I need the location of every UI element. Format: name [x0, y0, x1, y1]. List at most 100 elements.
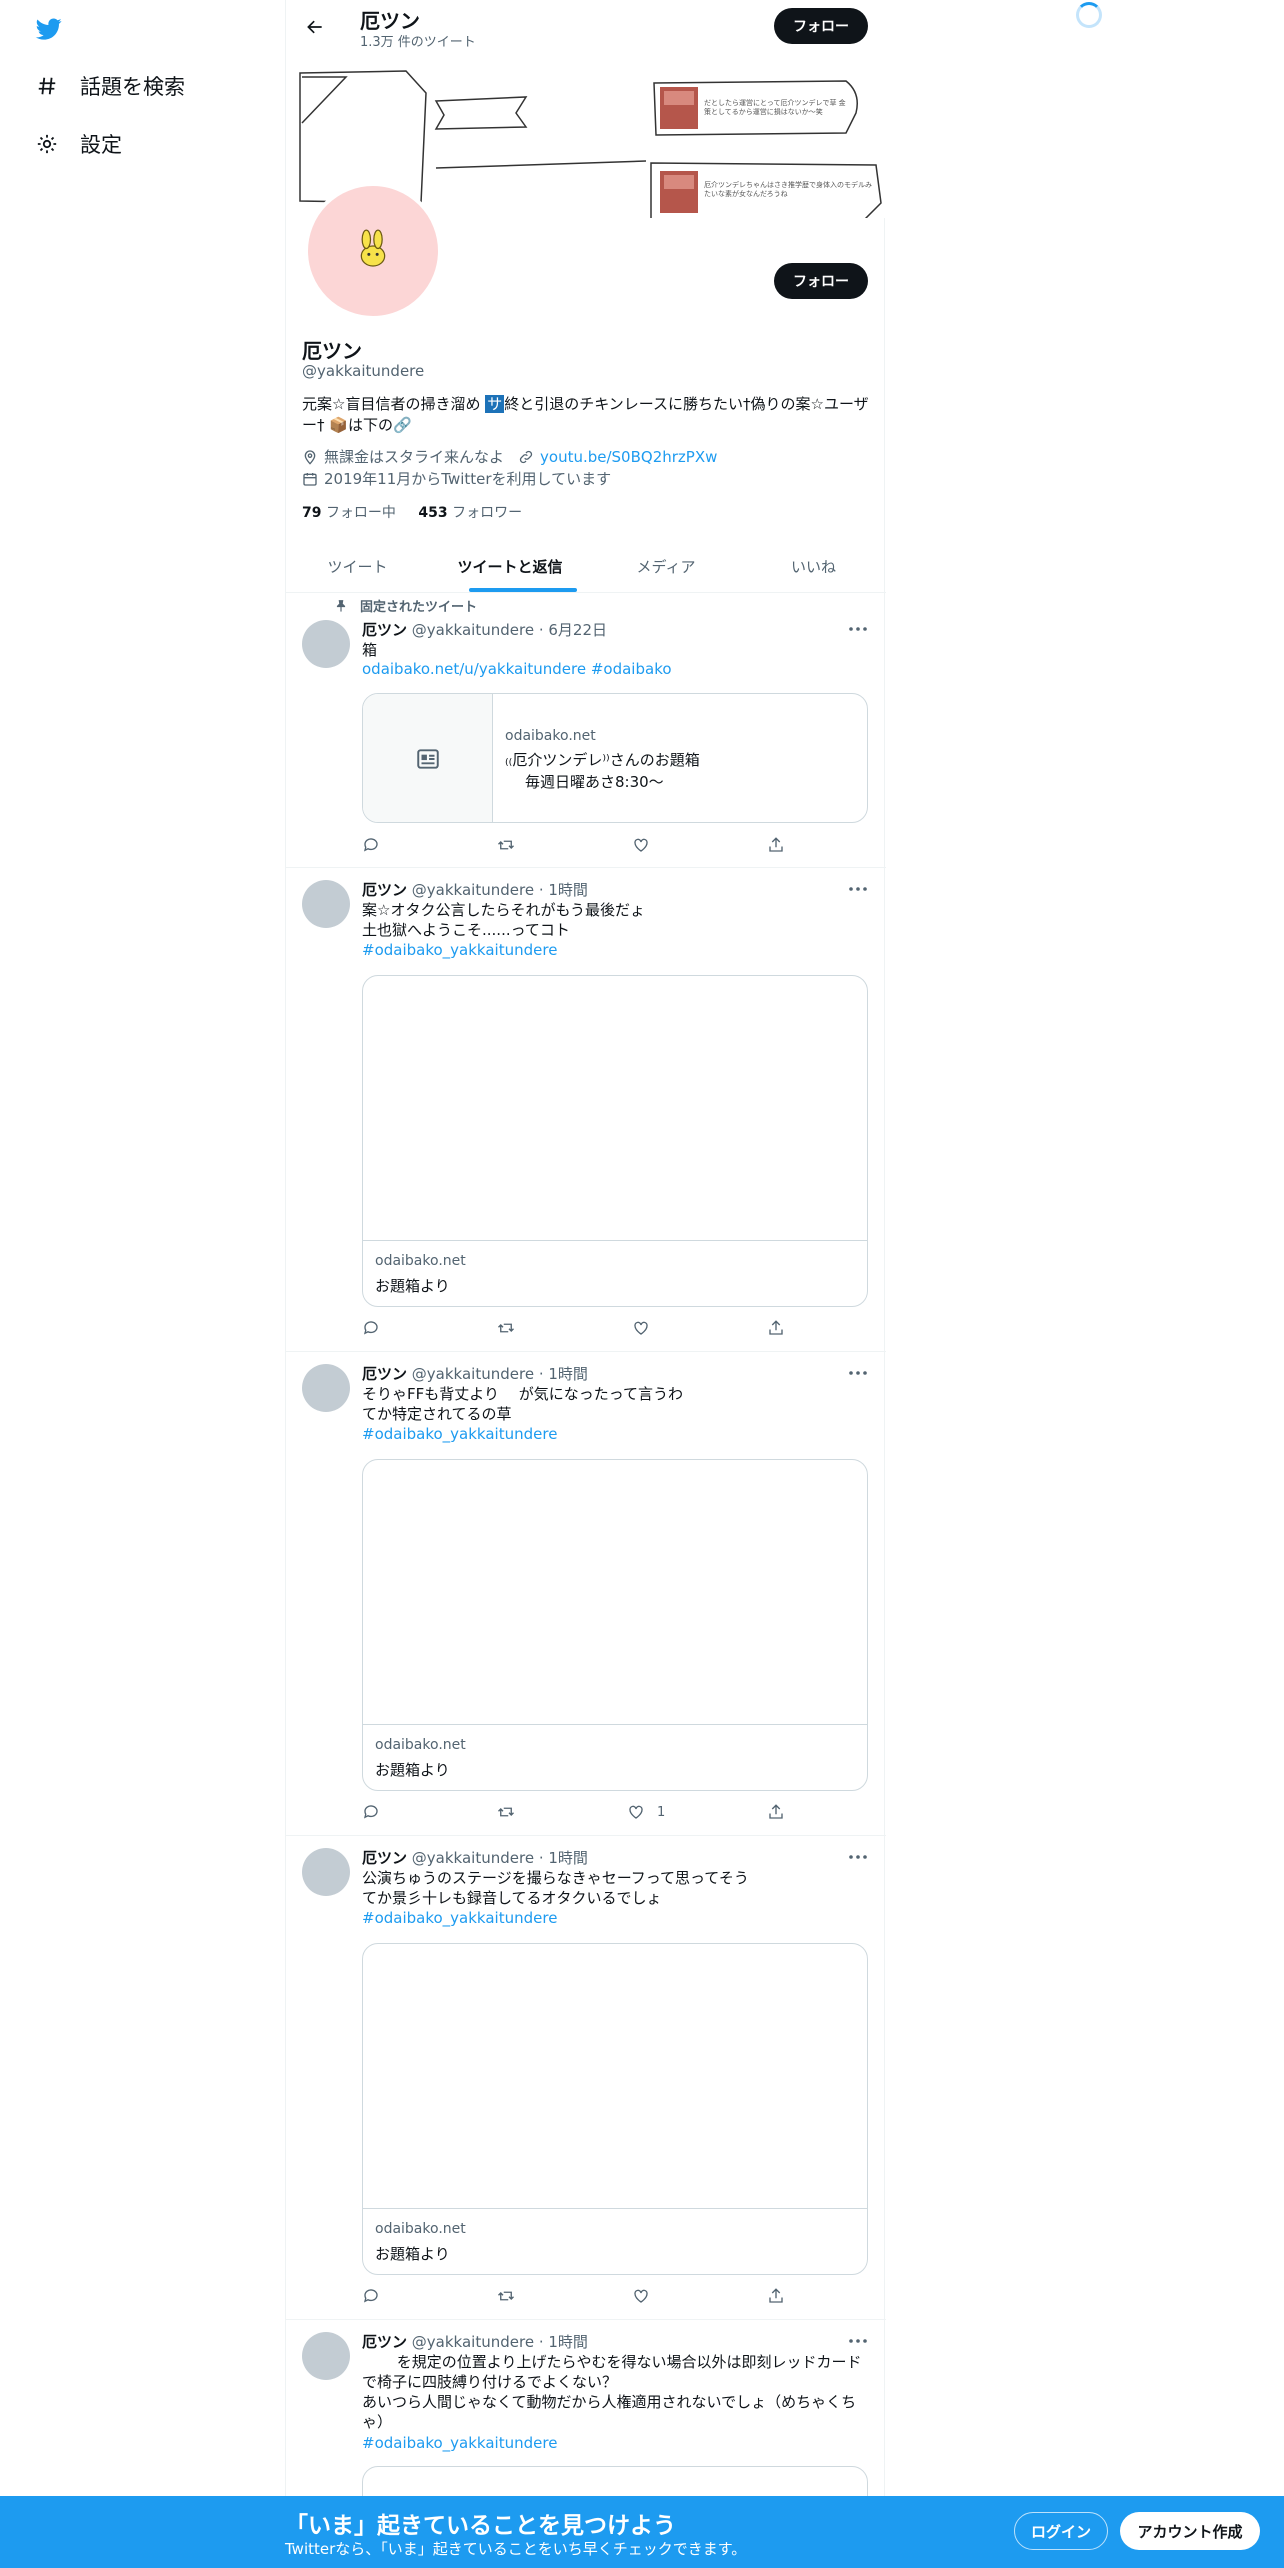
followers-link[interactable]: 453 フォロワー [418, 505, 522, 521]
tweet-avatar[interactable] [302, 1364, 350, 1412]
more-options-icon[interactable] [846, 620, 870, 638]
card-title: お題箱より [375, 2245, 450, 2263]
gear-icon [34, 131, 60, 157]
header-name: 厄ツン [360, 9, 420, 33]
tab-likes[interactable]: いいね [741, 540, 886, 593]
profile-follow-counts: 79 フォロー中 453 フォロワー [302, 502, 522, 522]
retweet-icon[interactable] [497, 2287, 515, 2305]
profile-avatar[interactable] [304, 182, 442, 320]
signup-banner-title: 「いま」起きていることを見つけよう [285, 2513, 676, 2539]
hashtag-icon [34, 73, 60, 99]
card-description: 毎週日曜あさ8:30〜 [525, 773, 664, 791]
loading-spinner-icon [1076, 2, 1102, 28]
reply-icon[interactable] [362, 2287, 380, 2305]
link-card[interactable]: odaibako.net ₍₍厄介ツンデレ⁾⁾さんのお題箱 毎週日曜あさ8:30… [362, 693, 868, 823]
nav-settings[interactable]: 設定 [34, 124, 122, 164]
card-footer: odaibako.net お題箱より [363, 2208, 867, 2274]
more-options-icon[interactable] [846, 880, 870, 898]
retweet-icon[interactable] [497, 836, 515, 854]
tweet-link[interactable]: odaibako.net/u/yakkaitundere #odaibako [362, 660, 672, 678]
card-footer: odaibako.net お題箱より [363, 1240, 867, 1306]
profile-follow-button[interactable]: フォロー [774, 263, 868, 299]
nav-explore-label: 話題を検索 [80, 75, 185, 99]
retweet-icon[interactable] [497, 1319, 515, 1337]
like-icon[interactable] [632, 1319, 650, 1337]
tweet-text: 箱 [362, 641, 378, 659]
card-footer: odaibako.net お題箱より [363, 1724, 867, 1790]
signup-banner: 「いま」起きていることを見つけよう Twitterなら、「いま」起きていることを… [0, 2496, 1284, 2568]
card-domain: odaibako.net [375, 1737, 466, 1753]
pinned-indicator: 固定されたツイート [334, 596, 477, 615]
tweet-header: 厄ツン @yakkaitundere · 1時間 [362, 2333, 588, 2351]
reply-icon[interactable] [362, 836, 380, 854]
tweet-avatar[interactable] [302, 620, 350, 668]
tweet-hashtag-link[interactable]: #odaibako_yakkaitundere [362, 1909, 557, 1927]
profile-website-link[interactable]: youtu.be/S0BQ2hrzPXw [540, 448, 717, 466]
tweet-text: 公演ちゅうのステージを撮らなきゃセーフって思ってそう てか景彡十レも録音してるオタ… [362, 1869, 749, 1907]
tab-media[interactable]: メディア [591, 540, 741, 593]
like-icon[interactable] [632, 836, 650, 854]
card-domain: odaibako.net [505, 728, 596, 744]
tweet-header: 厄ツン @yakkaitundere · 1時間 [362, 1365, 588, 1383]
signup-banner-subtitle: Twitterなら、「いま」起きていることをいち早くチェックできます。 [285, 2540, 747, 2558]
card-title: お題箱より [375, 1761, 450, 1779]
banner-note-2: 厄介ツンデレちゃんはさき推学歴で身体入のモデルみたいな素が女なんだろうね [704, 181, 872, 198]
share-icon[interactable] [767, 2287, 785, 2305]
tab-tweets[interactable]: ツイート [286, 540, 429, 593]
active-tab-indicator [469, 588, 577, 592]
tweet-actions [362, 836, 792, 856]
more-options-icon[interactable] [846, 1848, 870, 1866]
link-card[interactable]: odaibako.net お題箱より [362, 1943, 868, 2275]
nav-explore[interactable]: 話題を検索 [34, 66, 185, 106]
calendar-icon [302, 471, 318, 487]
share-icon[interactable] [767, 1319, 785, 1337]
profile-meta-row: 無課金はスタライ来んなよ youtu.be/S0BQ2hrzPXw [302, 446, 717, 467]
login-button[interactable]: ログイン [1014, 2512, 1108, 2550]
profile-location: 無課金はスタライ来んなよ [324, 448, 505, 466]
like-button[interactable]: 1 [627, 1803, 665, 1821]
card-domain: odaibako.net [375, 2221, 466, 2237]
share-icon[interactable] [767, 836, 785, 854]
reply-icon[interactable] [362, 1319, 380, 1337]
tweet-text: を規定の位置より上げたらやむを得ない場合以外は即刻レッドカードで椅子に四肢縛り付… [362, 2353, 862, 2431]
profile-joined-row: 2019年11月からTwitterを利用しています [302, 468, 611, 489]
more-options-icon[interactable] [846, 2332, 870, 2350]
tweet-avatar[interactable] [302, 2332, 350, 2380]
card-domain: odaibako.net [375, 1253, 466, 1269]
like-count: 1 [657, 1804, 666, 1820]
tweet-actions [362, 2287, 792, 2307]
bio-text-1: 元案☆盲目信者の掃き溜め [302, 395, 486, 413]
profile-handle: @yakkaitundere [302, 362, 425, 380]
link-card[interactable]: odaibako.net お題箱より [362, 975, 868, 1307]
reply-icon[interactable] [362, 1803, 380, 1821]
nav-settings-label: 設定 [80, 133, 122, 157]
signup-button[interactable]: アカウント作成 [1120, 2512, 1260, 2550]
tweet-header: 厄ツン @yakkaitundere · 1時間 [362, 881, 588, 899]
back-arrow-icon[interactable] [300, 12, 330, 42]
link-card[interactable]: odaibako.net お題箱より [362, 1459, 868, 1791]
share-icon[interactable] [767, 1803, 785, 1821]
header-follow-button[interactable]: フォロー [774, 8, 868, 44]
tweet-hashtag-link[interactable]: #odaibako_yakkaitundere [362, 941, 557, 959]
like-icon [629, 1805, 643, 1819]
following-link[interactable]: 79 フォロー中 [302, 505, 396, 521]
retweet-icon[interactable] [497, 1803, 515, 1821]
banner-note-1: だとしたら運営にとって厄介ツンデレで草 金策としてるから運営に損はないか〜笑 [704, 99, 846, 116]
tweet-avatar[interactable] [302, 1848, 350, 1896]
tweet-hashtag-link[interactable]: #odaibako_yakkaitundere [362, 1425, 557, 1443]
like-icon[interactable] [632, 2287, 650, 2305]
tab-tweets-and-replies[interactable]: ツイートと返信 [429, 540, 591, 593]
link-icon [518, 449, 534, 465]
profile-tabs: ツイート ツイートと返信 メディア いいね [286, 540, 886, 593]
tweet-avatar[interactable] [302, 880, 350, 928]
bio-highlight: サ [485, 395, 505, 413]
location-icon [302, 449, 318, 465]
tweet-header: 厄ツン @yakkaitundere · 1時間 [362, 1849, 588, 1867]
profile-column: 厄ツン 1.3万 件のツイート フォロー だとしたら運営にとって厄介ツンデレで草… [285, 0, 886, 2568]
profile-name: 厄ツン [302, 339, 362, 363]
card-title: ₍₍厄介ツンデレ⁾⁾さんのお題箱 [505, 751, 700, 769]
twitter-logo-icon[interactable] [34, 16, 64, 42]
tweet-hashtag-link[interactable]: #odaibako_yakkaitundere [362, 2434, 557, 2452]
more-options-icon[interactable] [846, 1364, 870, 1382]
tweet-actions: 1 [362, 1803, 792, 1823]
